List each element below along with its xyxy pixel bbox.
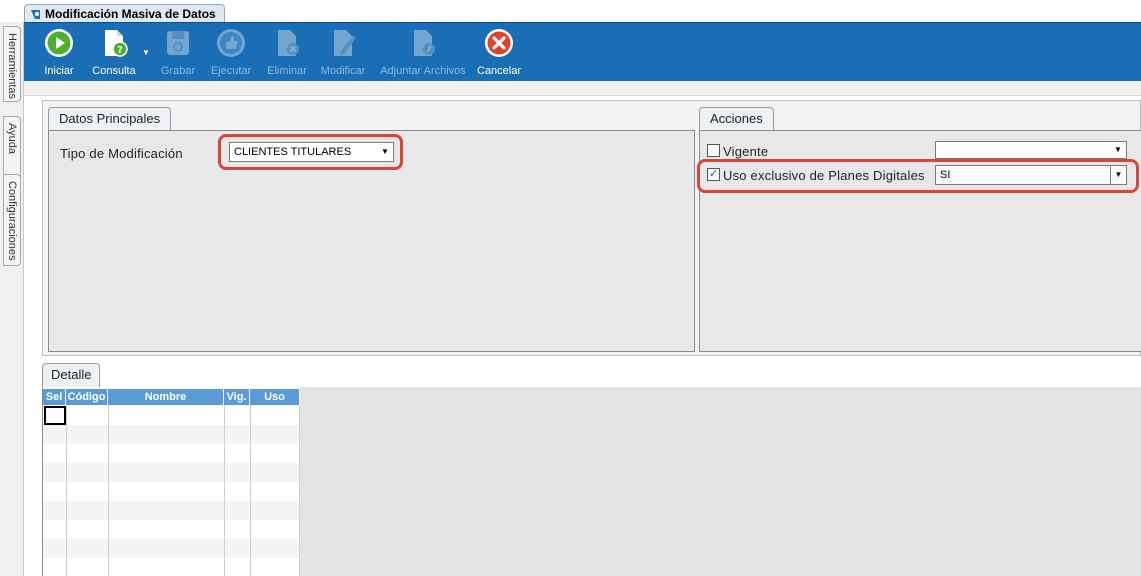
table-row[interactable] (43, 539, 300, 558)
table-row[interactable] (43, 463, 300, 482)
consulta-button[interactable]: ? Consulta (90, 27, 138, 77)
cancel-x-icon (485, 29, 513, 57)
play-icon (45, 29, 73, 57)
document-help-icon: ? (105, 30, 128, 57)
detalle-grid: Sel Código Nombre Vig. Uso (42, 387, 1141, 576)
toolbar: Iniciar ? Consulta ▼ Grabar Ejecutar Eli… (24, 22, 1141, 81)
column-header-vig[interactable]: Vig. (224, 389, 250, 405)
table-row[interactable] (43, 501, 300, 520)
side-tab-strip: Herramientas Ayuda Configuraciones (0, 22, 24, 576)
vigente-label: Vigente (723, 144, 769, 159)
vigente-checkbox[interactable] (707, 144, 720, 157)
consulta-dropdown-icon[interactable]: ▼ (142, 48, 150, 57)
adjuntar-archivos-button[interactable]: Adjuntar Archivos (376, 27, 470, 77)
column-header-codigo[interactable]: Código (66, 389, 108, 405)
side-tab-ayuda[interactable]: Ayuda (3, 116, 21, 180)
chevron-down-icon: ▼ (1114, 145, 1122, 154)
tipo-modificacion-label: Tipo de Modificación (60, 146, 183, 161)
modificar-button[interactable]: Modificar (318, 27, 368, 77)
side-tab-herramientas[interactable]: Herramientas (3, 26, 21, 102)
svg-text:?: ? (117, 45, 123, 56)
vigente-select[interactable]: ▼ (935, 141, 1127, 159)
selected-cell[interactable] (44, 406, 66, 425)
grabar-button[interactable]: Grabar (158, 27, 198, 77)
save-disk-icon (167, 31, 189, 55)
tab-acciones[interactable]: Acciones (699, 107, 774, 131)
window-title-tab[interactable]: Modificación Masiva de Datos (24, 4, 225, 24)
thumbs-up-icon (217, 29, 245, 57)
side-tab-label: Herramientas (6, 33, 18, 100)
attach-document-icon (414, 30, 435, 56)
document-delete-icon (278, 30, 299, 56)
window-title: Modificación Masiva de Datos (45, 7, 216, 21)
uso-exclusivo-highlight (697, 159, 1139, 193)
tab-detalle[interactable]: Detalle (42, 363, 101, 387)
tipo-modificacion-highlight (218, 134, 403, 170)
column-divider (250, 405, 251, 576)
column-divider (66, 405, 67, 576)
grid-body (43, 387, 300, 576)
column-divider (299, 405, 300, 576)
eliminar-button[interactable]: Eliminar (264, 27, 310, 77)
column-divider (108, 405, 109, 576)
column-divider (224, 405, 225, 576)
cancelar-button[interactable]: Cancelar (476, 27, 522, 77)
ejecutar-button[interactable]: Ejecutar (208, 27, 254, 77)
iniciar-button[interactable]: Iniciar (36, 27, 82, 77)
toolbar-separator (24, 81, 1141, 96)
document-edit-icon (334, 30, 356, 56)
app-logo-icon (31, 10, 40, 19)
side-tab-label: Configuraciones (6, 181, 18, 261)
table-row[interactable] (43, 425, 300, 444)
tab-datos-principales[interactable]: Datos Principales (48, 107, 172, 131)
column-header-nombre[interactable]: Nombre (108, 389, 224, 405)
side-tab-configuraciones[interactable]: Configuraciones (3, 174, 21, 266)
column-header-uso[interactable]: Uso (250, 389, 300, 405)
side-tab-label: Ayuda (6, 123, 18, 154)
column-header-sel[interactable]: Sel (43, 389, 66, 405)
